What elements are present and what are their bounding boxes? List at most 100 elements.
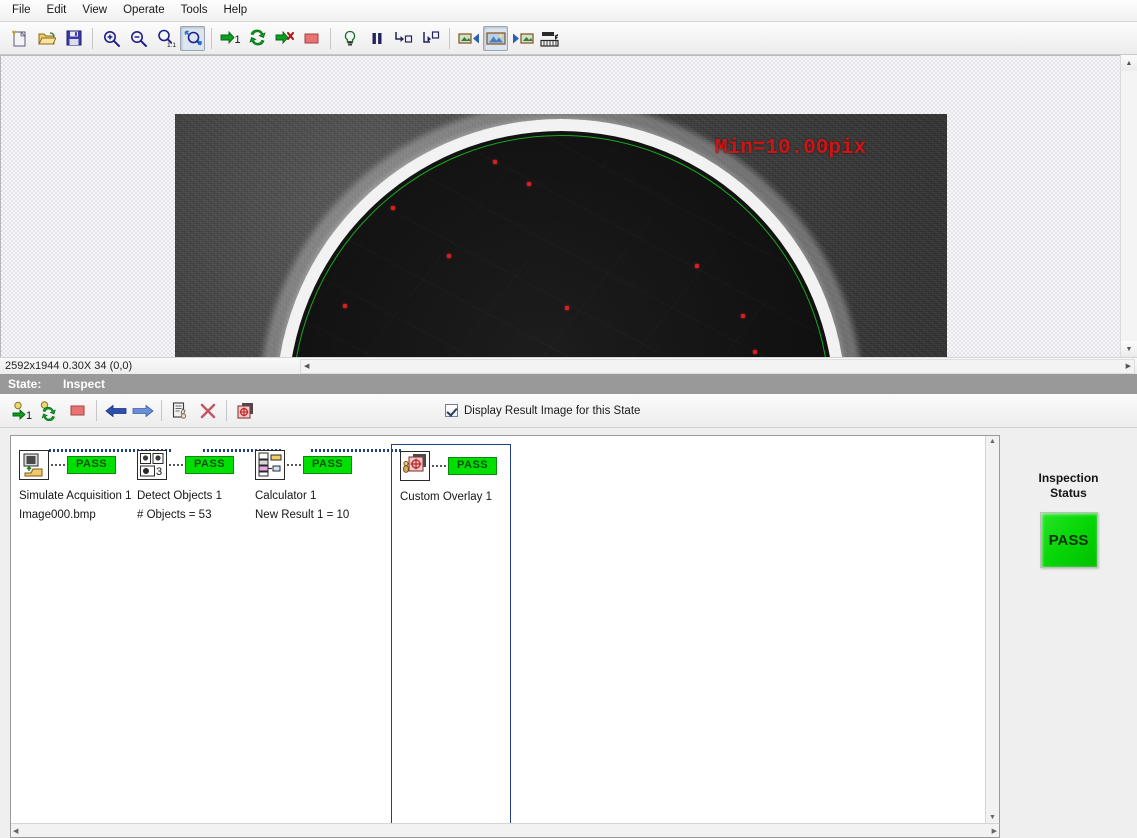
- menu-item-file[interactable]: File: [4, 1, 39, 20]
- menu-item-operate[interactable]: Operate: [115, 1, 173, 20]
- min-value-overlay: Min=10.00pix: [715, 137, 867, 160]
- add-overlay-step-button[interactable]: [233, 398, 258, 423]
- run-once-button[interactable]: 1: [218, 26, 243, 51]
- step-header-row: PASS: [255, 448, 373, 482]
- run-stop-icon: [275, 29, 295, 47]
- edit-step-button[interactable]: [168, 398, 193, 423]
- display-result-image-checkbox-wrap[interactable]: Display Result Image for this State: [445, 404, 640, 417]
- defect-marker: [343, 304, 347, 308]
- current-image-button[interactable]: [483, 25, 508, 51]
- step-out-button[interactable]: [418, 26, 443, 51]
- step-palette-panel[interactable]: PASS Simulate Acquisition 1 Image000.bmp: [10, 435, 1000, 838]
- toolbar-separator: [161, 400, 162, 421]
- scroll-up-arrow[interactable]: ▲: [1120, 55, 1137, 71]
- zoom-in-button[interactable]: [99, 26, 124, 51]
- zoom-fit-button[interactable]: [180, 25, 205, 51]
- pause-button[interactable]: [364, 26, 389, 51]
- overlay-target-icon: [236, 401, 256, 421]
- acquire-image-icon: [19, 450, 49, 480]
- step-panel-horizontal-scrollbar[interactable]: ◀ ▶: [11, 823, 999, 837]
- run-continuous-button[interactable]: [245, 26, 270, 51]
- panel-scroll-right-arrow[interactable]: ▶: [992, 827, 997, 835]
- step-status-badge: PASS: [185, 456, 235, 474]
- light-bulb-icon: [341, 29, 359, 48]
- floppy-save-icon: [65, 29, 83, 47]
- inspection-status-title-line1: Inspection: [1038, 471, 1099, 485]
- menu-item-edit[interactable]: Edit: [39, 1, 75, 20]
- scroll-right-arrow[interactable]: ▶: [1126, 362, 1131, 370]
- step-status-badge: PASS: [303, 456, 353, 474]
- stop-run-button[interactable]: [272, 26, 297, 51]
- step-label: Simulate Acquisition 1: [19, 490, 132, 502]
- defect-marker: [447, 254, 451, 258]
- step-out-icon: [421, 29, 440, 47]
- stop-inspection-button[interactable]: [65, 398, 90, 423]
- zoom-fit-icon: [183, 28, 203, 48]
- delete-step-button[interactable]: [195, 398, 220, 423]
- arrow-right-icon: [132, 403, 154, 419]
- save-inspection-button[interactable]: [61, 26, 86, 51]
- step-calculator[interactable]: PASS Calculator 1 New Result 1 = 10: [255, 444, 373, 837]
- inspection-status-title: Inspection Status: [1038, 471, 1098, 501]
- panel-scroll-left-arrow[interactable]: ◀: [13, 827, 18, 835]
- step-value: Image000.bmp: [19, 509, 96, 521]
- bottom-area: PASS Simulate Acquisition 1 Image000.bmp: [0, 428, 1137, 838]
- next-image-button[interactable]: [510, 26, 535, 51]
- toolbar-separator: [449, 27, 450, 49]
- previous-image-button[interactable]: [456, 26, 481, 51]
- step-into-icon: [394, 29, 413, 47]
- open-inspection-button[interactable]: [34, 26, 59, 51]
- step-header-row: PASS: [19, 448, 137, 482]
- move-step-left-button[interactable]: [103, 398, 128, 423]
- image-icon: [485, 30, 506, 47]
- step-connector-dots: [169, 464, 183, 466]
- menu-item-tools[interactable]: Tools: [173, 1, 216, 20]
- zoom-out-icon: [129, 29, 148, 48]
- inspection-status-indicator: PASS: [1039, 512, 1098, 568]
- move-step-right-button[interactable]: [130, 398, 155, 423]
- inspect-bulb-button[interactable]: [337, 26, 362, 51]
- calculator-icon: [255, 450, 285, 480]
- step-custom-overlay[interactable]: PASS Custom Overlay 1: [391, 444, 511, 837]
- delete-x-icon: [199, 402, 217, 420]
- zoom-actual-button[interactable]: 1:1: [153, 26, 178, 51]
- toolbar-separator: [211, 27, 212, 49]
- vertical-scroll-track[interactable]: [1120, 71, 1137, 341]
- pause-icon: [369, 30, 385, 47]
- scroll-left-arrow[interactable]: ◀: [304, 362, 309, 370]
- image-horizontal-scrollbar[interactable]: ◀ ▶: [300, 358, 1135, 374]
- image-view-area: KQ 科原自动 KEYUAN Z Dior: [0, 55, 1137, 357]
- step-simulate-acquisition[interactable]: PASS Simulate Acquisition 1 Image000.bmp: [19, 444, 137, 837]
- step-header-row: PASS: [400, 449, 510, 483]
- run-once-inspection-icon: 1: [12, 401, 36, 421]
- scroll-down-arrow[interactable]: ▼: [1120, 341, 1137, 357]
- new-inspection-button[interactable]: [7, 26, 32, 51]
- custom-overlay-icon: [400, 451, 430, 481]
- toolbar-separator: [226, 400, 227, 421]
- zoom-out-button[interactable]: [126, 26, 151, 51]
- image-vertical-scrollbar[interactable]: ▲ ▼: [1120, 55, 1137, 357]
- menu-item-help[interactable]: Help: [216, 1, 256, 20]
- step-header-row: 3 PASS: [137, 448, 255, 482]
- menu-bar: File Edit View Operate Tools Help: [0, 0, 1137, 22]
- kq-watermark-k: K: [285, 346, 427, 357]
- step-detect-objects[interactable]: 3 PASS Detect Objects 1 # Objects = 53: [137, 444, 255, 837]
- display-result-image-checkbox[interactable]: [445, 404, 458, 417]
- filmstrip-button[interactable]: [537, 26, 562, 51]
- abort-button[interactable]: [299, 26, 324, 51]
- inspection-image[interactable]: KQ 科原自动 KEYUAN Z Dior: [175, 114, 947, 357]
- step-into-button[interactable]: [391, 26, 416, 51]
- step-panel-vertical-scrollbar[interactable]: ▲ ▼: [985, 436, 999, 837]
- step-status-badge: PASS: [448, 457, 498, 475]
- run-inspection-continuous-button[interactable]: [38, 398, 63, 423]
- zoom-1to1-icon: 1:1: [156, 28, 176, 48]
- image-canvas[interactable]: KQ 科原自动 KEYUAN Z Dior: [0, 55, 1120, 357]
- image-status-bar: 2592x1944 0.30X 34 (0,0) ◀ ▶: [0, 357, 1137, 374]
- run-inspection-once-button[interactable]: 1: [11, 398, 36, 423]
- panel-scroll-up-arrow[interactable]: ▲: [989, 436, 996, 445]
- next-image-icon: [512, 30, 534, 47]
- menu-item-view[interactable]: View: [74, 1, 115, 20]
- step-connector-dots: [51, 464, 65, 466]
- defect-marker: [695, 264, 699, 268]
- defect-marker: [391, 206, 395, 210]
